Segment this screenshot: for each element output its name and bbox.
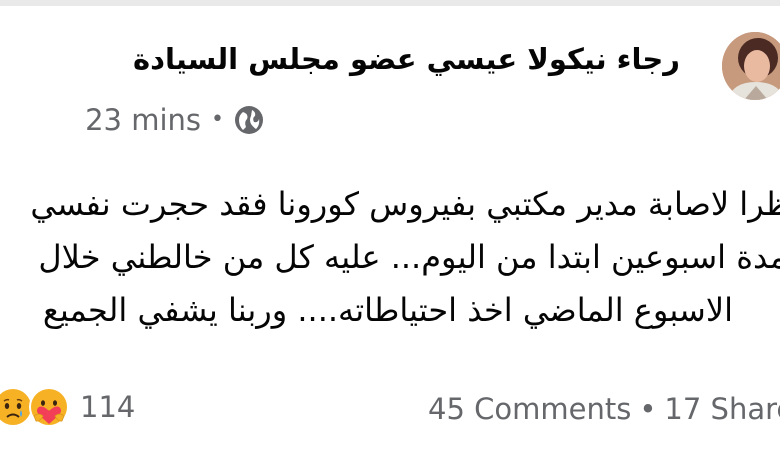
avatar-image — [722, 32, 780, 100]
post-body-line: لمدة اسبوعين ابتدا من اليوم... عليه كل م… — [38, 238, 780, 276]
post-body: نظرا لاصابة مدير مكتبي بفيروس كورونا فقد… — [30, 178, 780, 337]
facebook-post: رجاء نيكولا عيسي عضو مجلس السيادة 23 min… — [0, 0, 780, 470]
post-body-line: نظرا لاصابة مدير مكتبي بفيروس كورونا فقد… — [30, 185, 780, 223]
stats-separator: • — [639, 392, 657, 426]
post-stats: 45 Comments•17 Shares — [428, 388, 780, 430]
globe-icon[interactable] — [234, 105, 264, 135]
care-reaction-icon — [29, 387, 69, 427]
post-meta: 23 mins • — [85, 103, 264, 137]
post-timestamp[interactable]: 23 mins — [85, 103, 201, 137]
author-name[interactable]: رجاء نيكولا عيسي عضو مجلس السيادة — [60, 36, 680, 82]
reactions-summary[interactable]: 114 — [0, 386, 135, 428]
post-body-line: الاسبوع الماضي اخذ احتياطاته.... وربنا ي… — [42, 291, 733, 329]
author-avatar[interactable] — [722, 32, 780, 100]
reaction-count: 114 — [80, 390, 136, 424]
meta-separator: • — [211, 107, 224, 132]
shares-count-link[interactable]: 17 Shares — [664, 388, 780, 430]
comments-count-link[interactable]: 45 Comments — [428, 388, 631, 430]
